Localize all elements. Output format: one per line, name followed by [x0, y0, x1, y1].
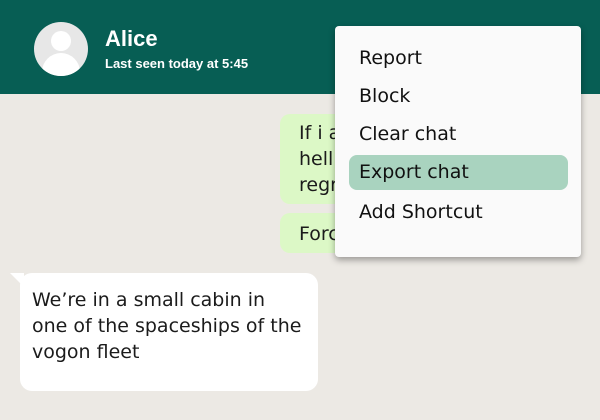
- avatar-shoulders-shape: [42, 53, 80, 76]
- menu-item-add-shortcut[interactable]: Add Shortcut: [349, 195, 568, 230]
- menu-item-export-chat[interactable]: Export chat: [349, 155, 568, 190]
- incoming-message[interactable]: We’re in a small cabin in one of the spa…: [20, 273, 318, 391]
- menu-item-block[interactable]: Block: [349, 79, 568, 114]
- chat-options-menu: Report Block Clear chat Export chat Add …: [335, 26, 581, 257]
- avatar-head-shape: [51, 31, 71, 51]
- avatar-icon[interactable]: [34, 22, 88, 76]
- contact-name[interactable]: Alice: [105, 26, 158, 52]
- menu-item-clear-chat[interactable]: Clear chat: [349, 117, 568, 152]
- menu-item-report[interactable]: Report: [349, 41, 568, 76]
- last-seen-status: Last seen today at 5:45: [105, 56, 249, 71]
